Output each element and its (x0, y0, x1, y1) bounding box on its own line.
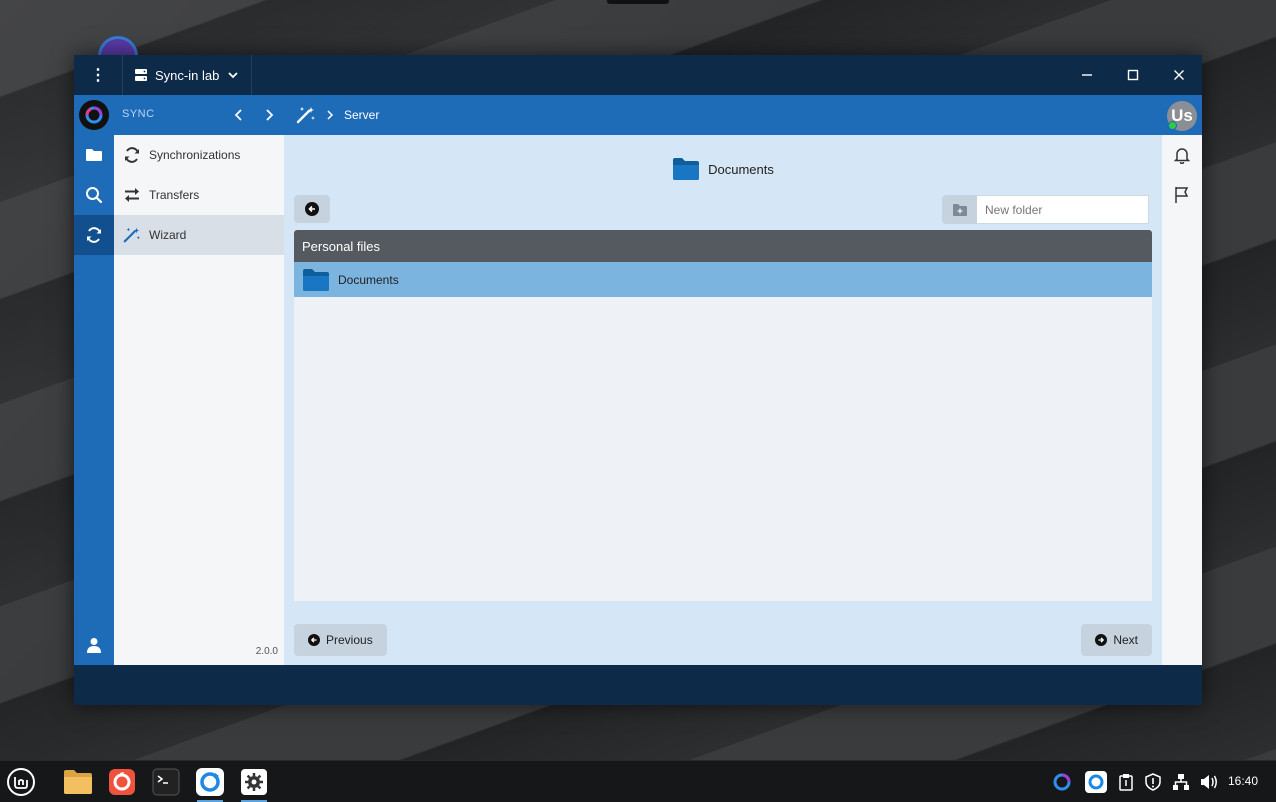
server-icon (135, 69, 147, 81)
create-folder-button[interactable] (942, 195, 977, 224)
rail-item-files[interactable] (74, 135, 114, 175)
start-menu-button[interactable] (4, 765, 38, 799)
clock[interactable]: 16:40 (1228, 774, 1258, 788)
firefox-launcher[interactable] (105, 765, 139, 799)
user-icon (87, 638, 101, 653)
next-button[interactable]: Next (1081, 624, 1152, 656)
terminal-launcher[interactable] (149, 765, 183, 799)
list-item[interactable]: Documents (294, 262, 1152, 297)
arrow-left-circle-icon (305, 202, 319, 216)
server-name: Sync-in lab (155, 67, 220, 83)
tasks-button[interactable] (1162, 175, 1202, 215)
next-button-label: Next (1113, 633, 1138, 647)
app-version: 2.0.0 (255, 646, 278, 657)
rail-item-search[interactable] (74, 175, 114, 215)
network-tray-icon[interactable] (1170, 771, 1192, 793)
titlebar: ⋮ Sync-in lab (74, 55, 1202, 95)
flag-icon (1175, 187, 1189, 203)
mint-logo-icon (7, 768, 35, 796)
close-button[interactable] (1156, 55, 1202, 95)
search-icon (86, 187, 103, 204)
status-bar (74, 665, 1202, 705)
parent-folder-button[interactable] (294, 195, 330, 223)
sidebar: Synchronizations Transfers Wizard 2.0.0 (114, 135, 284, 665)
sidebar-item-label: Wizard (149, 228, 187, 242)
bell-icon (1174, 148, 1190, 164)
previous-button-label: Previous (326, 633, 373, 647)
forward-arrow-icon[interactable] (260, 103, 278, 127)
settings-launcher[interactable] (237, 765, 271, 802)
breadcrumb: Server (296, 103, 379, 127)
sync-tray-icon[interactable] (1051, 771, 1073, 793)
folder-icon (673, 158, 700, 180)
section-label: SYNC (122, 108, 155, 120)
volume-tray-icon[interactable] (1198, 771, 1220, 793)
folder-icon (64, 770, 92, 794)
sidebar-item-label: Transfers (149, 188, 200, 202)
avatar[interactable]: Us (1167, 101, 1197, 131)
files-launcher[interactable] (61, 765, 95, 799)
previous-button[interactable]: Previous (294, 624, 387, 656)
list-item-label: Documents (338, 272, 399, 287)
main-content: Documents Personal files (284, 135, 1162, 665)
chevron-right-icon (327, 110, 334, 120)
new-folder-input[interactable] (977, 195, 1149, 224)
gear-icon (241, 769, 267, 795)
terminal-icon (152, 768, 180, 796)
right-rail (1162, 135, 1202, 665)
sidebar-item-transfers[interactable]: Transfers (114, 175, 284, 215)
minimize-icon (1082, 74, 1092, 76)
sync-logo-icon (85, 106, 103, 124)
shield-tray-icon[interactable] (1142, 771, 1164, 793)
sync-in-tray-icon[interactable] (1085, 771, 1107, 793)
maximize-icon (1127, 69, 1139, 81)
minimize-button[interactable] (1064, 55, 1110, 95)
folder-plus-icon (952, 203, 967, 216)
sync-in-icon (196, 768, 224, 796)
rail-item-sync[interactable] (74, 215, 114, 255)
history-navigation (230, 103, 278, 127)
back-arrow-icon[interactable] (230, 103, 248, 127)
sidebar-item-wizard[interactable]: Wizard (114, 215, 284, 255)
sidebar-item-synchronizations[interactable]: Synchronizations (114, 135, 284, 175)
maximize-button[interactable] (1110, 55, 1156, 95)
window-controls (1064, 55, 1202, 95)
new-folder-control (942, 195, 1149, 224)
chevron-down-icon (228, 72, 238, 79)
page-title-text: Documents (708, 161, 774, 177)
firefox-icon (109, 769, 135, 795)
breadcrumb-item-server[interactable]: Server (344, 108, 379, 122)
folder-icon (303, 268, 329, 291)
app-logo[interactable] (79, 100, 109, 130)
taskbar: 16:40 (0, 760, 1276, 802)
sync-icon (125, 147, 139, 163)
magic-wand-icon (296, 107, 315, 124)
sidebar-item-label: Synchronizations (149, 148, 241, 162)
clipboard-tray-icon[interactable] (1115, 771, 1137, 793)
magic-wand-icon (123, 227, 141, 243)
icon-rail (74, 135, 114, 665)
panel-header: Personal files (294, 230, 1152, 262)
arrow-left-circle-icon (308, 634, 320, 646)
server-selector[interactable]: Sync-in lab (123, 55, 251, 95)
menu-icon[interactable]: ⋮ (74, 55, 122, 95)
online-status-indicator (1168, 121, 1177, 130)
page-title: Documents (284, 157, 1162, 181)
desktop-notch (607, 0, 669, 4)
arrow-right-circle-icon (1095, 634, 1108, 646)
notifications-button[interactable] (1162, 135, 1202, 175)
app-window: ⋮ Sync-in lab SYNC Server Us Synchroniza… (74, 55, 1202, 705)
folder-icon (86, 149, 102, 161)
rail-item-account[interactable] (74, 625, 114, 665)
close-icon (1174, 70, 1184, 80)
sync-in-launcher[interactable] (193, 765, 227, 802)
sync-icon (87, 227, 101, 243)
transfer-icon (125, 188, 139, 202)
folder-browser: Personal files Documents (294, 230, 1152, 601)
divider (251, 55, 253, 95)
